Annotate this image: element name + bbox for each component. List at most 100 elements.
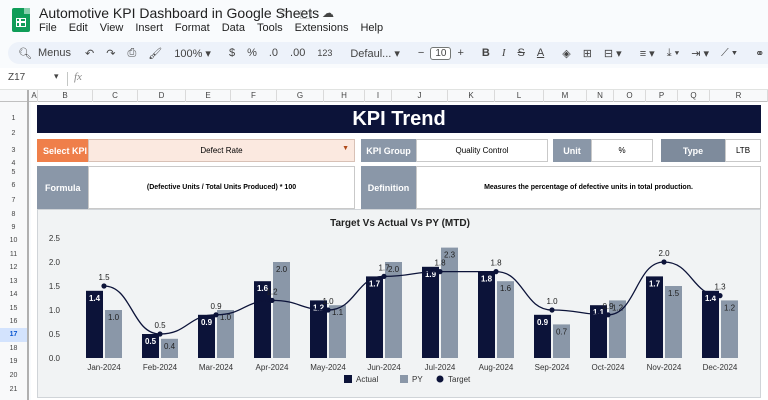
actual-bar — [422, 266, 439, 358]
menu-file[interactable]: File — [39, 22, 57, 34]
menu-format[interactable]: Format — [175, 22, 210, 34]
row-header-7[interactable]: 7 — [0, 192, 27, 209]
row-header-15[interactable]: 15 — [0, 302, 27, 315]
font-select[interactable]: Defaul... ▾ — [344, 47, 406, 60]
menu-view[interactable]: View — [100, 22, 124, 34]
row-header-19[interactable]: 19 — [0, 355, 27, 369]
insert-link-icon[interactable]: ⚭ — [749, 47, 768, 60]
py-bar — [273, 262, 290, 358]
row-header-9[interactable]: 9 — [0, 221, 27, 234]
fill-color-icon[interactable]: ◈ — [556, 47, 576, 60]
menu-extensions[interactable]: Extensions — [295, 22, 349, 34]
definition-label: Definition — [361, 166, 416, 209]
strikethrough-button[interactable]: S — [512, 47, 531, 59]
column-header-e[interactable]: E — [186, 90, 231, 102]
italic-button[interactable]: I — [496, 47, 512, 59]
text-wrap-icon[interactable]: ⇥ ▾ — [685, 47, 715, 60]
column-header-a[interactable]: A — [31, 90, 38, 102]
decrease-font-size-icon[interactable]: − — [412, 47, 430, 59]
sheets-logo-icon[interactable] — [12, 8, 30, 32]
row-header-17[interactable]: 17 — [0, 328, 27, 342]
text-color-button[interactable]: A — [531, 47, 550, 59]
menu-tools[interactable]: Tools — [257, 22, 283, 34]
row-header-10[interactable]: 10 — [0, 234, 27, 248]
y-tick-label: 2.5 — [49, 234, 61, 243]
kpi-trend-chart[interactable]: Target Vs Actual Vs PY (MTD) 0.0 0.5 1.0 1.… — [37, 209, 761, 398]
row-header-11[interactable]: 11 — [0, 248, 27, 261]
actual-data-label: 1.4 — [89, 294, 101, 303]
bold-button[interactable]: B — [476, 47, 496, 59]
column-header-d[interactable]: D — [138, 90, 186, 102]
row-header-5[interactable]: 5 — [0, 166, 27, 179]
decrease-decimal-button[interactable]: .0 — [263, 47, 284, 59]
column-header-g[interactable]: G — [277, 90, 324, 102]
name-box[interactable]: Z17 — [8, 72, 25, 83]
target-point — [157, 331, 163, 337]
legend-py-label: PY — [412, 375, 423, 384]
row-header-3[interactable]: 3 — [0, 139, 27, 162]
number-format-button[interactable]: 123 — [311, 48, 338, 58]
merge-cells-icon[interactable]: ⊟ ▾ — [598, 47, 628, 60]
menu-help[interactable]: Help — [360, 22, 383, 34]
actual-data-label: 1.7 — [369, 279, 381, 288]
bar-series: 1.41.00.50.40.91.01.62.01.21.11.72.01.92… — [86, 247, 738, 358]
select-kpi-dropdown[interactable]: Defect Rate ▼ — [88, 139, 355, 162]
row-header-21[interactable]: 21 — [0, 383, 27, 396]
column-header-o[interactable]: O — [614, 90, 646, 102]
column-header-q[interactable]: Q — [678, 90, 710, 102]
column-header-r[interactable]: R — [710, 90, 768, 102]
chevron-down-icon[interactable]: ▼ — [342, 145, 349, 152]
undo-icon[interactable]: ↶ — [79, 47, 100, 60]
percent-format-button[interactable]: % — [241, 47, 263, 59]
formula-bar: Z17 ▾ fx — [0, 68, 768, 90]
column-header-j[interactable]: J — [392, 90, 448, 102]
row-header-2[interactable]: 2 — [0, 129, 27, 139]
row-header-6[interactable]: 6 — [0, 179, 27, 192]
select-all-corner[interactable] — [0, 90, 29, 102]
vertical-align-icon[interactable]: ⤓ ▾ — [661, 47, 686, 60]
column-header-f[interactable]: F — [231, 90, 277, 102]
row-header-18[interactable]: 18 — [0, 342, 27, 355]
font-size-input[interactable]: 10 — [430, 46, 452, 60]
x-tick-label: Jan-2024 — [87, 363, 121, 372]
target-line — [103, 261, 721, 335]
currency-format-button[interactable]: $ — [223, 47, 241, 59]
row-header-12[interactable]: 12 — [0, 261, 27, 275]
increase-decimal-button[interactable]: .00 — [284, 47, 311, 59]
horizontal-align-icon[interactable]: ≡ ▾ — [634, 47, 661, 60]
row-header-20[interactable]: 20 — [0, 369, 27, 383]
column-header-n[interactable]: N — [587, 90, 614, 102]
search-icon: 🔍︎ — [18, 47, 32, 60]
column-header-m[interactable]: M — [544, 90, 587, 102]
menu-edit[interactable]: Edit — [69, 22, 88, 34]
borders-icon[interactable]: ⊞ — [577, 47, 598, 60]
x-tick-label: Oct-2024 — [592, 363, 625, 372]
py-data-label: 2.0 — [388, 265, 400, 274]
zoom-select[interactable]: 100% ▾ — [168, 47, 217, 60]
row-header-13[interactable]: 13 — [0, 275, 27, 288]
row-header-8[interactable]: 8 — [0, 209, 27, 221]
redo-icon[interactable]: ↷ — [100, 47, 121, 60]
actual-data-label: 0.9 — [201, 318, 213, 327]
column-header-l[interactable]: L — [495, 90, 544, 102]
paint-format-icon[interactable]: 🖌︎ — [142, 47, 168, 60]
x-tick-label: Feb-2024 — [143, 363, 178, 372]
column-header-k[interactable]: K — [448, 90, 495, 102]
chevron-down-icon[interactable]: ▾ — [54, 71, 59, 82]
column-header-p[interactable]: P — [646, 90, 678, 102]
menu-data[interactable]: Data — [222, 22, 245, 34]
column-header-c[interactable]: C — [93, 90, 138, 102]
column-header-b[interactable]: B — [38, 90, 93, 102]
target-point — [325, 307, 331, 313]
menu-insert[interactable]: Insert — [135, 22, 163, 34]
column-header-i[interactable]: I — [365, 90, 392, 102]
text-rotation-icon[interactable]: ⟋ ▾ — [715, 47, 743, 60]
column-header-h[interactable]: H — [324, 90, 365, 102]
row-header-14[interactable]: 14 — [0, 288, 27, 302]
type-value: LTB — [725, 139, 761, 162]
increase-font-size-icon[interactable]: + — [451, 47, 469, 59]
print-icon[interactable]: ⎙ — [121, 47, 142, 60]
row-header-16[interactable]: 16 — [0, 315, 27, 328]
search-menus[interactable]: 🔍︎ Menus — [8, 47, 79, 60]
sheet-grid[interactable]: KPI Trend Select KPI Defect Rate ▼ KPI G… — [31, 102, 768, 400]
